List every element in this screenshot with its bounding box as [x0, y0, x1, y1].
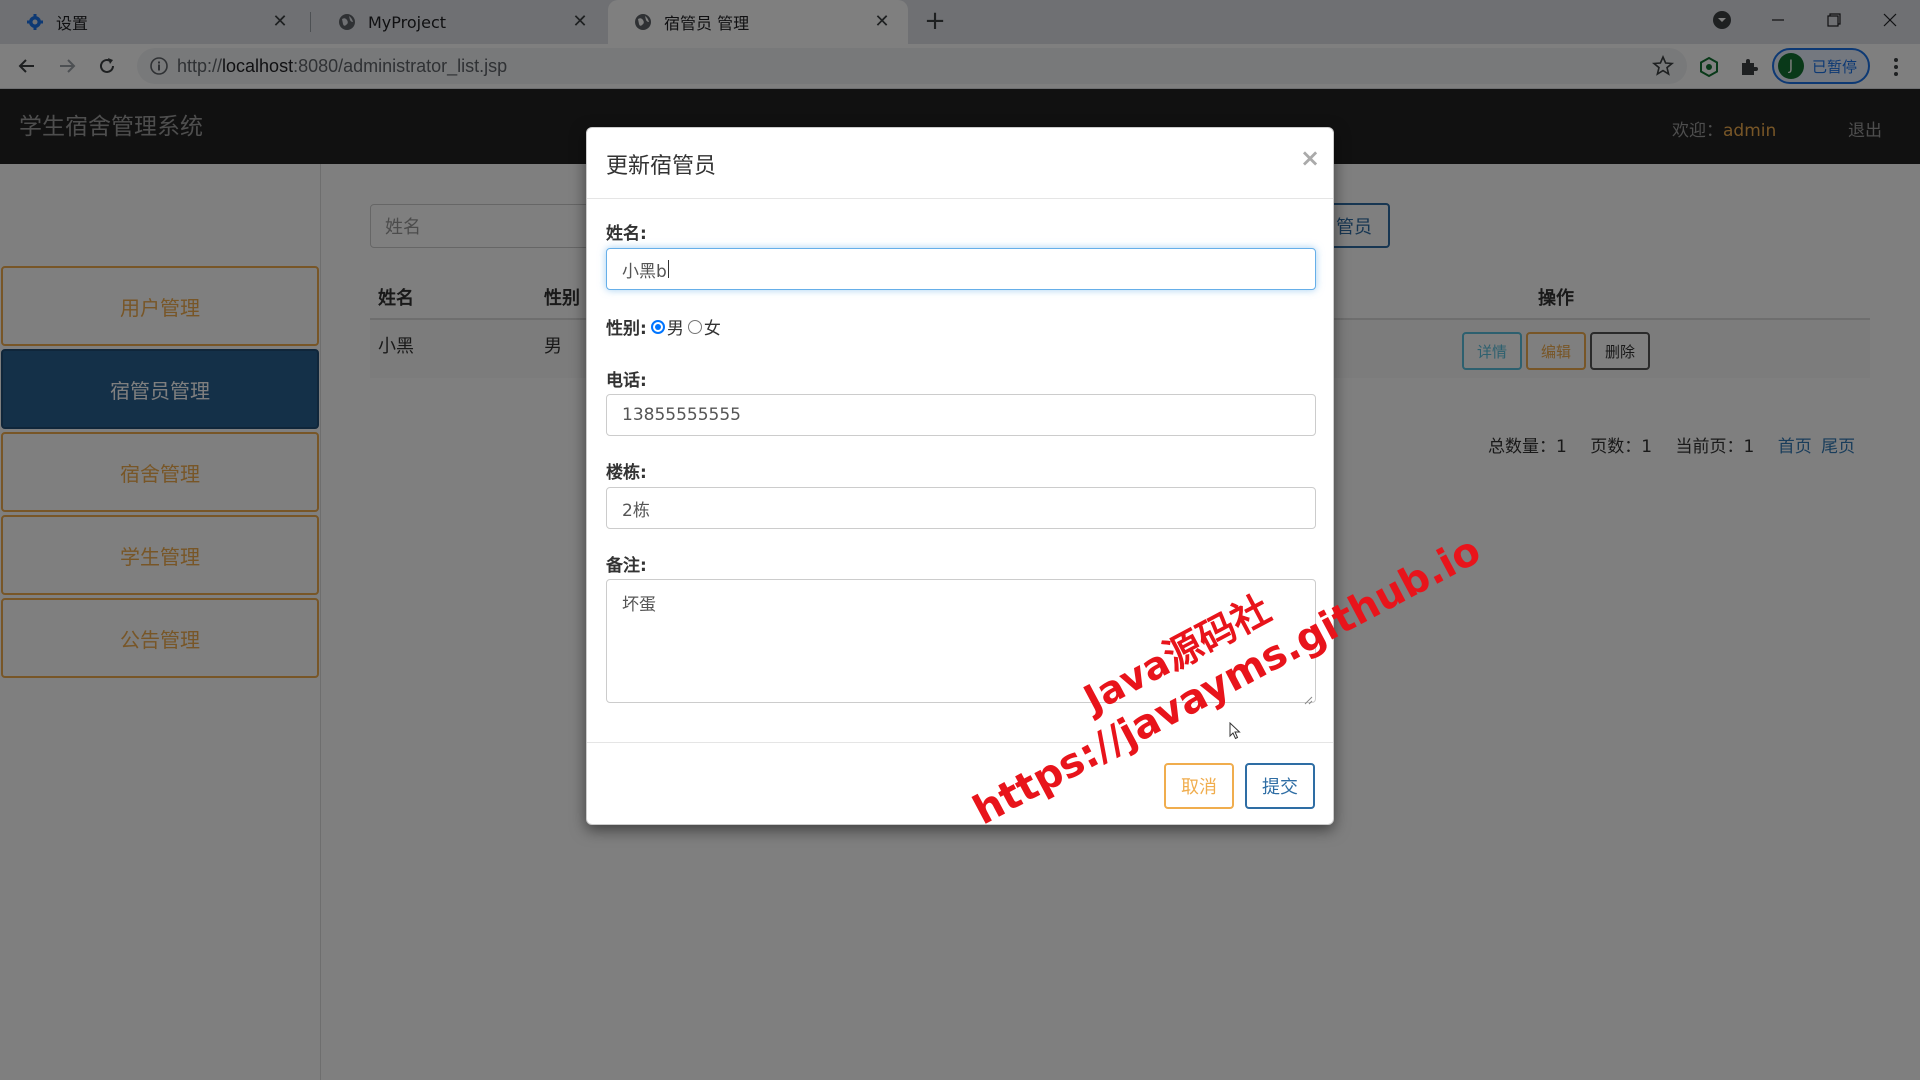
building-label: 楼栋: [606, 463, 647, 483]
name-label: 姓名: [606, 224, 647, 244]
cancel-button[interactable]: 取消 [1164, 763, 1234, 809]
mouse-cursor-icon [1229, 721, 1241, 740]
gender-group: 性别: 男 女 [606, 314, 721, 339]
phone-value: 13855555555 [622, 405, 741, 425]
gender-label: 性别: [606, 319, 647, 339]
text-caret [667, 260, 669, 278]
modal-header: 更新宿管员 × [587, 128, 1333, 199]
remark-label: 备注: [606, 556, 647, 576]
phone-label: 电话: [606, 371, 647, 391]
gender-male-radio[interactable] [650, 319, 665, 334]
resize-grip-icon[interactable] [1303, 690, 1313, 705]
phone-input[interactable]: 13855555555 [606, 394, 1316, 436]
building-value: 2栋 [622, 500, 650, 521]
gender-male-label[interactable]: 男 [667, 314, 684, 339]
building-input[interactable]: 2栋 [606, 487, 1316, 529]
remark-value: 坏蛋 [622, 595, 656, 615]
submit-button[interactable]: 提交 [1245, 763, 1315, 809]
close-icon[interactable]: × [1300, 144, 1320, 172]
gender-female-radio[interactable] [687, 319, 702, 334]
gender-female-label[interactable]: 女 [704, 314, 721, 339]
name-input[interactable]: 小黑b [606, 248, 1316, 290]
update-administrator-dialog: 更新宿管员 × 姓名: 小黑b 性别: 男 女 电话: 13855555555 … [586, 127, 1334, 825]
modal-title: 更新宿管员 [606, 154, 717, 179]
name-value: 小黑b [622, 261, 667, 282]
